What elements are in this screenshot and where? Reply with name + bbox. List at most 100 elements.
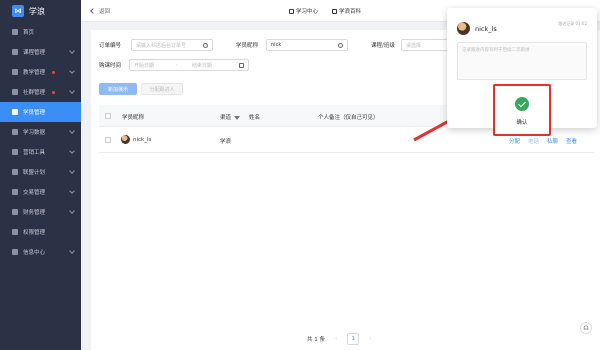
avatar [121,135,130,144]
row-actions: 分配 电话 私聊 查看 [509,137,577,145]
sidebar-item-6[interactable]: 营销工具 [0,142,81,162]
avatar [457,22,470,35]
sidebar-item-label: 学员管理 [23,110,46,116]
order-input[interactable]: 请输入科店后台订单号 [131,39,214,51]
back-link[interactable]: 返回 [90,7,111,15]
order-label: 订单编号 [99,43,122,49]
header-nick: 学员昵称 [122,115,145,121]
prev-page-button[interactable]: ‹ [335,336,337,342]
chevron-down-icon [69,88,75,94]
time-label: 购课时间 [99,63,122,69]
chevron-down-icon [69,128,75,134]
follow-up-textarea[interactable]: 记录跟进内容有利于后续二次跟进 [457,42,587,80]
sidebar: ⋈ 学浪 首页课程管理教学管理社群管理学员管理学习数据营销工具联盟计划交易管理财… [0,0,81,350]
menu-icon [12,169,18,175]
notification-dot [52,70,56,74]
date-range-input[interactable]: 开始日期 - 结束日期 [129,59,250,71]
assign-button[interactable]: 分配跟进人 [141,83,183,95]
nick-input[interactable]: nick [266,39,349,51]
menu-icon [12,129,18,135]
sidebar-item-8[interactable]: 交易管理 [0,182,81,202]
sidebar-item-1[interactable]: 课程管理 [0,42,81,62]
graduation-icon [289,9,294,14]
menu-icon [12,249,18,255]
course-label: 课程/班级 [371,43,395,49]
sidebar-item-2[interactable]: 教学管理 [0,62,81,82]
next-page-button[interactable]: › [369,336,371,342]
select-all-checkbox[interactable] [105,113,111,119]
menu-icon [12,29,18,35]
menu-icon [12,189,18,195]
menu-icon [12,69,18,75]
add-follow-button[interactable]: 新加演示 [99,83,137,95]
sidebar-item-4[interactable]: 学员管理 [0,102,81,122]
brand[interactable]: ⋈ 学浪 [0,0,81,22]
brand-name: 学浪 [29,6,45,16]
wiki-link[interactable]: 学浪百科 [332,7,361,15]
order-filter: 订单编号 请输入科店后台订单号 [99,39,214,51]
confirm-button[interactable]: 确认 [493,84,551,136]
chevron-down-icon [69,68,75,74]
assign-action[interactable]: 分配 [509,137,520,145]
chat-action[interactable]: 私聊 [547,137,558,145]
chevron-down-icon [69,248,75,254]
menu-icon [12,89,18,95]
confirm-label: 确认 [516,120,528,126]
page-1-button[interactable]: 1 [347,333,360,345]
sidebar-item-3[interactable]: 社群管理 [0,82,81,102]
notification-dot [52,90,56,94]
row-nick: nick_ls [133,137,152,143]
sidebar-item-label: 交易管理 [23,190,46,196]
view-action[interactable]: 查看 [566,137,577,145]
top-links: 学习中心 学浪百科 [289,0,361,22]
sidebar-item-label: 财务管理 [23,210,46,216]
sidebar-item-label: 课程管理 [23,50,46,56]
sidebar-item-label: 学习数据 [23,130,46,136]
follow-up-popup: nick_ls 跟进记录 01:02 记录跟进内容有利于后续二次跟进 确认 [447,8,597,136]
back-label: 返回 [99,8,111,15]
sidebar-item-11[interactable]: 信息中心 [0,242,81,262]
row-checkbox[interactable] [105,137,111,143]
row-channel: 学浪 [220,139,232,145]
time-filter: 购课时间 开始日期 - 结束日期 [99,59,250,71]
chevron-left-icon [90,7,96,14]
brand-logo-icon: ⋈ [12,5,24,17]
support-icon[interactable]: ☊ [580,322,592,334]
chevron-down-icon [69,208,75,214]
header-channel[interactable]: 渠道 [220,113,241,121]
sidebar-item-label: 权限管理 [23,230,46,236]
nick-label: 学员昵称 [236,43,259,49]
sidebar-item-label: 联盟计划 [23,170,46,176]
learning-center-link[interactable]: 学习中心 [289,7,318,15]
calendar-icon [239,63,245,68]
menu-icon [12,209,18,215]
popup-user: nick_ls [457,22,497,35]
popup-meta: 跟进记录 01:02 [558,21,587,26]
call-action[interactable]: 电话 [528,137,539,145]
search-icon [203,43,209,48]
sidebar-item-5[interactable]: 学习数据 [0,122,81,142]
menu-icon [12,49,18,55]
sidebar-item-10[interactable]: 权限管理 [0,222,81,242]
sidebar-item-label: 社群管理 [23,90,46,96]
chevron-down-icon [69,48,75,54]
book-icon [332,9,338,14]
pagination: 共 1 条 ‹ 1 › [307,333,371,345]
chevron-down-icon [69,148,75,154]
sidebar-item-7[interactable]: 联盟计划 [0,162,81,182]
popup-username: nick_ls [475,24,497,33]
header-remark: 个人备注（仅自己可见） [318,115,379,121]
chevron-down-icon [69,168,75,174]
sidebar-item-9[interactable]: 财务管理 [0,202,81,222]
sidebar-item-0[interactable]: 首页 [0,22,81,42]
search-icon [338,43,344,48]
check-circle-icon [515,97,529,111]
sidebar-item-label: 首页 [23,30,35,36]
sidebar-item-label: 营销工具 [23,150,46,156]
total-count: 共 1 条 [307,337,325,343]
filter-icon [234,115,241,120]
sidebar-item-label: 教学管理 [23,70,46,76]
chevron-down-icon [69,188,75,194]
sidebar-item-label: 信息中心 [23,250,46,256]
menu-icon [12,109,18,115]
